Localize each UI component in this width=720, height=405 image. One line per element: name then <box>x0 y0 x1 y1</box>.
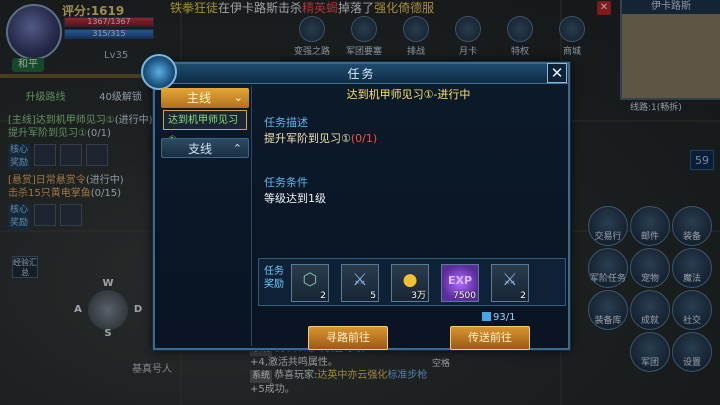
quest-description: 提升军阶到见习①(0/1) <box>264 130 377 146</box>
reward-item[interactable]: ● 3万 <box>391 264 429 302</box>
category-main-label: 主线 <box>187 91 212 105</box>
points-icon <box>482 312 491 321</box>
dialog-title: 任务 <box>347 67 376 81</box>
points-value: 93/1 <box>493 312 516 323</box>
quest-category-list: 主线 ⌄ 达到机甲师见习① 支线 ⌃ <box>161 88 249 346</box>
quest-dialog: 任务 ✕ 主线 ⌄ 达到机甲师见习① 支线 ⌃ 达到机甲师见习①-进行中 任务描… <box>141 54 570 350</box>
rewards-box: 任务奖励 ⬡ 2 ⚔ 5 ● 3万 EXP 7500 ⚔ 2 <box>258 258 566 306</box>
cond-label: 任务条件 <box>264 176 308 189</box>
reward-qty: 2 <box>320 291 326 301</box>
reward-qty: 5 <box>370 291 376 301</box>
reward-item[interactable]: ⚔ 5 <box>341 264 379 302</box>
quest-detail-panel: 达到机甲师见习①-进行中 任务描述 提升军阶到见习①(0/1) 任务条件 等级达… <box>251 86 566 350</box>
pathfind-button[interactable]: 寻路前往 <box>308 326 388 350</box>
close-button[interactable]: ✕ <box>547 63 567 83</box>
reward-item[interactable]: ⚔ 2 <box>491 264 529 302</box>
category-side-label: 支线 <box>188 142 213 156</box>
desc-count: (0/1) <box>350 132 378 145</box>
reward-item[interactable]: ⬡ 2 <box>291 264 329 302</box>
green-chip-icon: ⬡ <box>302 270 318 290</box>
reward-item[interactable]: EXP 7500 <box>441 264 479 302</box>
cond-text: 等级达到1级 <box>264 192 326 205</box>
desc-label: 任务描述 <box>264 116 308 129</box>
blue-armor-icon: ⚔ <box>352 270 368 290</box>
reward-qty: 3万 <box>411 291 426 301</box>
reward-qty: 2 <box>520 291 526 301</box>
category-main-tab[interactable]: 主线 ⌄ <box>161 88 249 108</box>
quest-title: 达到机甲师见习①-进行中 <box>346 88 471 101</box>
teleport-button[interactable]: 传送前往 <box>450 326 530 350</box>
chevron-up-icon: ⌃ <box>232 142 242 155</box>
chevron-down-icon: ⌄ <box>233 91 243 104</box>
category-side-tab[interactable]: 支线 ⌃ <box>161 138 249 158</box>
desc-text: 提升军阶到见习① <box>264 132 351 145</box>
exp-orb-icon: EXP <box>447 274 473 287</box>
reward-qty: 7500 <box>453 291 476 301</box>
rewards-label: 任务奖励 <box>264 266 284 290</box>
gold-coins-icon: ● <box>402 270 418 290</box>
quest-points: 93/1 <box>482 312 515 323</box>
quest-list-item[interactable]: 达到机甲师见习① <box>163 110 247 146</box>
blue-armor-icon: ⚔ <box>502 270 518 290</box>
